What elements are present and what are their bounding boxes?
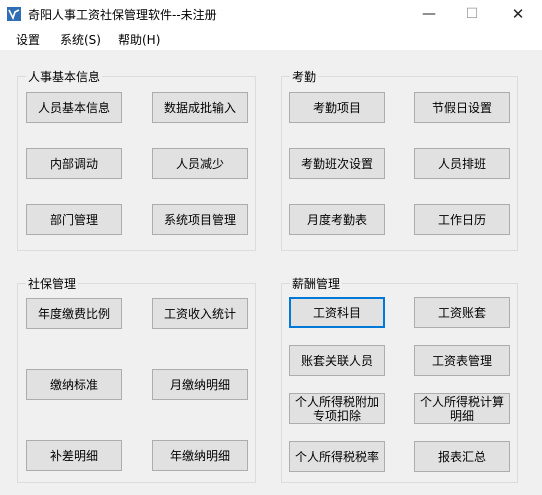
title-bar[interactable]: 奇阳人事工资社保管理软件--未注册 — ☐ ✕ bbox=[0, 0, 542, 28]
close-button[interactable]: ✕ bbox=[498, 0, 538, 28]
batch-input-button[interactable]: 数据成批输入 bbox=[152, 92, 248, 123]
department-management-button[interactable]: 部门管理 bbox=[26, 204, 122, 235]
salary-subjects-button[interactable]: 工资科目 bbox=[289, 297, 385, 328]
tax-special-deduction-button[interactable]: 个人所得税附加专项扣除 bbox=[289, 393, 385, 424]
payment-standard-button[interactable]: 缴纳标准 bbox=[26, 369, 122, 400]
personnel-info-button[interactable]: 人员基本信息 bbox=[26, 92, 122, 123]
report-summary-button[interactable]: 报表汇总 bbox=[414, 441, 510, 472]
maximize-button[interactable]: ☐ bbox=[452, 0, 492, 28]
app-logo-icon bbox=[7, 7, 21, 21]
menu-help[interactable]: 帮助(H) bbox=[118, 31, 160, 48]
menu-system[interactable]: 系统(S) bbox=[60, 31, 101, 48]
internal-transfer-button[interactable]: 内部调动 bbox=[26, 148, 122, 179]
tax-rate-button[interactable]: 个人所得税税率 bbox=[289, 441, 385, 472]
tax-calculation-detail-button[interactable]: 个人所得税计算明细 bbox=[414, 393, 510, 424]
shift-settings-button[interactable]: 考勤班次设置 bbox=[289, 148, 385, 179]
payroll-management-button[interactable]: 工资表管理 bbox=[414, 345, 510, 376]
holiday-settings-button[interactable]: 节假日设置 bbox=[414, 92, 510, 123]
monthly-payment-detail-button[interactable]: 月缴纳明细 bbox=[152, 369, 248, 400]
group-salary-title: 薪酬管理 bbox=[290, 275, 343, 292]
supplement-detail-button[interactable]: 补差明细 bbox=[26, 440, 122, 471]
account-linked-staff-button[interactable]: 账套关联人员 bbox=[289, 345, 385, 376]
window-title: 奇阳人事工资社保管理软件--未注册 bbox=[28, 8, 217, 22]
staff-reduction-button[interactable]: 人员减少 bbox=[152, 148, 248, 179]
menu-settings[interactable]: 设置 bbox=[16, 31, 40, 48]
menu-bar: 设置 系统(S) 帮助(H) bbox=[0, 28, 542, 50]
group-social-security-title: 社保管理 bbox=[26, 275, 79, 292]
annual-rate-button[interactable]: 年度缴费比例 bbox=[26, 298, 122, 329]
work-calendar-button[interactable]: 工作日历 bbox=[414, 204, 510, 235]
minimize-button[interactable]: — bbox=[409, 0, 449, 28]
annual-payment-detail-button[interactable]: 年缴纳明细 bbox=[152, 440, 248, 471]
group-personnel-title: 人事基本信息 bbox=[26, 68, 103, 85]
monthly-attendance-button[interactable]: 月度考勤表 bbox=[289, 204, 385, 235]
group-attendance-title: 考勤 bbox=[290, 68, 319, 85]
system-items-button[interactable]: 系统项目管理 bbox=[152, 204, 248, 235]
salary-account-set-button[interactable]: 工资账套 bbox=[414, 297, 510, 328]
attendance-items-button[interactable]: 考勤项目 bbox=[289, 92, 385, 123]
salary-income-stats-button[interactable]: 工资收入统计 bbox=[152, 298, 248, 329]
staff-scheduling-button[interactable]: 人员排班 bbox=[414, 148, 510, 179]
